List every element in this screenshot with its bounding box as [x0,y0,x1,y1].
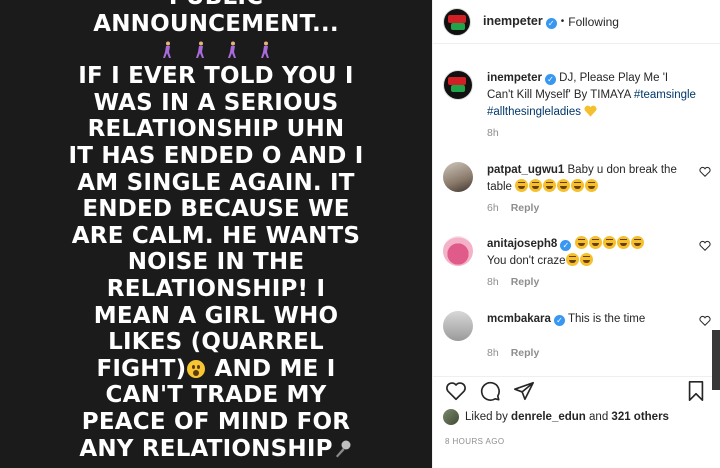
post-timestamp: 8 HOURS AGO [445,437,505,446]
like-heart-icon[interactable] [699,315,711,327]
comment-meta: 6h Reply [487,202,711,214]
separator-dot: • [560,16,565,27]
verified-badge-icon: ✓ [545,18,557,29]
like-heart-icon[interactable] [699,166,711,178]
text-line: AM SINGLE AGAIN. IT [77,169,355,196]
laughing-emoji-icons [515,179,599,193]
comment-body: anitajoseph8 ✓ You don't craze [487,236,683,270]
post-caption: inempeter ✓ DJ, Please Play Me 'I Can't K… [443,70,711,139]
walking-emoji-row [0,37,432,63]
text-line: RELATIONSHIP! I [106,275,326,302]
yellow-heart-icon [584,105,597,117]
follow-status-button[interactable]: Following [568,15,619,29]
text-line: ANNOUNCEMENT... [93,10,339,37]
text-line: WAS IN A SERIOUS [93,89,339,116]
laughing-emoji-icons [565,253,594,267]
comment-username[interactable]: patpat_ugwu1 [487,164,564,176]
comment-bubble-icon[interactable] [479,380,501,402]
likes-summary: Liked by denrele_edun and 321 others [443,409,669,425]
caption-age: 8h [487,127,499,139]
avatar[interactable] [443,311,473,341]
text-line: IF I EVER TOLD YOU I [78,63,354,90]
post-sidebar: inempeter ✓ • Following inempeter ✓ DJ, Pl… [432,0,720,468]
comment-text: This is the time [567,313,646,325]
text-line: NOISE IN THE [127,249,305,276]
bookmark-icon[interactable] [685,380,707,402]
like-heart-icon[interactable] [445,380,467,402]
text-fragment: AND ME I [214,355,336,382]
text-line-with-emoji: ANY RELATIONSHIP [0,436,432,463]
astonished-face-icon [187,359,206,378]
comment-meta: 8h Reply [487,347,711,359]
avatar[interactable] [443,409,459,425]
comment-username[interactable]: mcmbakara [487,313,551,325]
post-image[interactable]: PUBLIC ANNOUNCEMENT... IF I EVER TOLD YO… [0,0,432,468]
text-fragment: FIGHT) [96,355,187,382]
comment-age: 8h [487,347,499,359]
text-fragment: ANY RELATIONSHIP [79,435,333,462]
reply-button[interactable]: Reply [511,276,540,288]
walking-person-icon [194,41,206,59]
text-line: ARE CALM. HE WANTS [71,222,361,249]
comment-item: mcmbakara ✓ This is the time 8h Reply [443,311,711,359]
comment-item: anitajoseph8 ✓ You don't craze 8h Reply [443,236,711,288]
avatar[interactable] [443,70,473,100]
text-line: IT HAS ENDED O AND I [68,142,364,169]
announcement-text: PUBLIC ANNOUNCEMENT... IF I EVER TOLD YO… [0,0,432,462]
comment-item: patpat_ugwu1 Baby u don break the table … [443,162,711,214]
laughing-emoji-icons [574,236,645,250]
post-header: inempeter ✓ • Following [433,0,720,44]
comments-list[interactable]: inempeter ✓ DJ, Please Play Me 'I Can't K… [433,45,720,375]
share-paper-plane-icon[interactable] [513,380,535,402]
reply-button[interactable]: Reply [511,347,540,359]
verified-badge-icon: ✓ [544,74,556,85]
text-line: ENDED BECAUSE WE [82,196,350,223]
walking-person-icon [161,41,173,59]
comment-body: patpat_ugwu1 Baby u don break the table [487,162,683,196]
comment-age: 6h [487,202,499,214]
comment-age: 8h [487,276,499,288]
text-line: PEACE OF MIND FOR [81,408,351,435]
avatar[interactable] [443,162,473,192]
likes-others-count[interactable]: 321 others [611,411,669,423]
text-line: LIKES (QUARREL [108,329,324,356]
text-line-with-emoji: FIGHT) AND ME I [0,356,432,383]
text-line: RELATIONSHIP UHN [87,116,345,143]
text-line: PUBLIC [0,0,432,11]
likes-prefix: Liked by [465,411,508,423]
scrollbar[interactable] [712,330,720,390]
comment-text: You don't craze [487,255,566,267]
text-line: MEAN A GIRL WHO [93,302,339,329]
walking-person-icon [259,41,271,59]
caption-username[interactable]: inempeter [487,72,542,84]
action-bar [433,376,720,406]
caption-meta: 8h [487,127,711,139]
avatar[interactable] [443,7,471,36]
like-heart-icon[interactable] [699,240,711,252]
comment-body: mcmbakara ✓ This is the time [487,311,683,341]
walking-person-icon [226,41,238,59]
microphone-icon [333,439,353,459]
text-line: CAN'T TRADE MY [105,382,327,409]
verified-badge-icon: ✓ [553,315,565,326]
post-username[interactable]: inempeter ✓ [483,14,557,29]
comment-username[interactable]: anitajoseph8 [487,238,557,250]
avatar[interactable] [443,236,473,266]
likes-middle: and [589,411,609,423]
reply-button[interactable]: Reply [511,202,540,214]
verified-badge-icon: ✓ [560,240,572,251]
caption-body: inempeter ✓ DJ, Please Play Me 'I Can't K… [487,70,697,121]
comment-meta: 8h Reply [487,276,711,288]
liked-by-user[interactable]: denrele_edun [511,411,586,423]
